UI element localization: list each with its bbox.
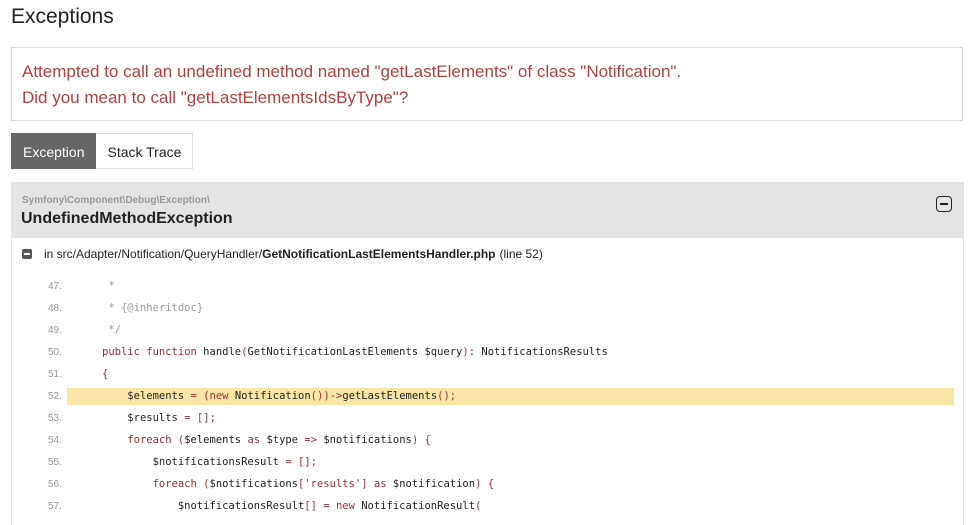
code-text: foreach ($elements as $type => $notifica… — [127, 434, 431, 446]
code-text: foreach ($notifications['results'] as $n… — [152, 478, 495, 490]
exception-namespace: Symfony\Component\Debug\Exception\ — [22, 195, 210, 206]
line-number: 56. — [48, 479, 62, 490]
code-text: $notificationsResult[] = new Notificatio… — [177, 500, 482, 512]
exception-message: Attempted to call an undefined method na… — [11, 47, 963, 121]
code-text: * — [102, 280, 115, 292]
line-info: (line 52) — [499, 247, 543, 261]
trace-panel: Symfony\Component\Debug\Exception\ Undef… — [11, 182, 964, 525]
collapse-code-icon[interactable] — [22, 249, 32, 259]
code-line-highlighted: 52. $elements = (new Notification())->ge… — [12, 388, 963, 406]
code-line: 54. foreach ($elements as $type => $noti… — [12, 432, 963, 450]
exception-message-line-2: Did you mean to call "getLastElementsIds… — [22, 88, 409, 107]
code-line: 48. * {@inheritdoc} — [12, 300, 963, 318]
tabs: Exception Stack Trace — [11, 133, 194, 169]
code-line: 56. foreach ($notifications['results'] a… — [12, 476, 963, 494]
page-title: Exceptions — [11, 5, 114, 28]
code-line: 47. * — [12, 278, 963, 296]
line-number: 57. — [48, 501, 62, 512]
code-text: */ — [102, 324, 121, 336]
trace-file-location: in src/Adapter/Notification/QueryHandler… — [22, 247, 543, 261]
code-text: public function handle(GetNotificationLa… — [102, 346, 608, 358]
line-number: 52. — [48, 391, 62, 402]
code-text: $elements = (new Notification())->getLas… — [127, 390, 457, 402]
line-number: 51. — [48, 369, 62, 380]
tab-exception[interactable]: Exception — [11, 133, 97, 169]
code-text: { — [102, 368, 109, 380]
code-line: 49. */ — [12, 322, 963, 340]
code-line: 51. { — [12, 366, 963, 384]
line-number: 48. — [48, 303, 62, 314]
code-line: 53. $results = []; — [12, 410, 963, 428]
code-line: 50. public function handle(GetNotificatio… — [12, 344, 963, 362]
code-text: $results = []; — [127, 412, 216, 424]
exception-class: UndefinedMethodException — [21, 210, 233, 227]
line-number: 54. — [48, 435, 62, 446]
file-name: GetNotificationLastElementsHandler.php — [262, 247, 496, 261]
code-text: $notificationsResult = []; — [152, 456, 317, 468]
trace-header: Symfony\Component\Debug\Exception\ Undef… — [12, 183, 963, 238]
line-number: 53. — [48, 413, 62, 424]
code-line: 55. $notificationsResult = []; — [12, 454, 963, 472]
collapse-icon[interactable] — [936, 196, 952, 212]
line-number: 50. — [48, 347, 62, 358]
exception-message-line-1: Attempted to call an undefined method na… — [22, 62, 682, 81]
file-path-prefix: in src/Adapter/Notification/QueryHandler… — [44, 247, 263, 261]
tab-stack-trace[interactable]: Stack Trace — [96, 133, 194, 169]
line-number: 55. — [48, 457, 62, 468]
line-number: 49. — [48, 325, 62, 336]
line-number: 47. — [48, 281, 62, 292]
code-text: * {@inheritdoc} — [102, 302, 204, 314]
code-line: 57. $notificationsResult[] = new Notific… — [12, 498, 963, 516]
